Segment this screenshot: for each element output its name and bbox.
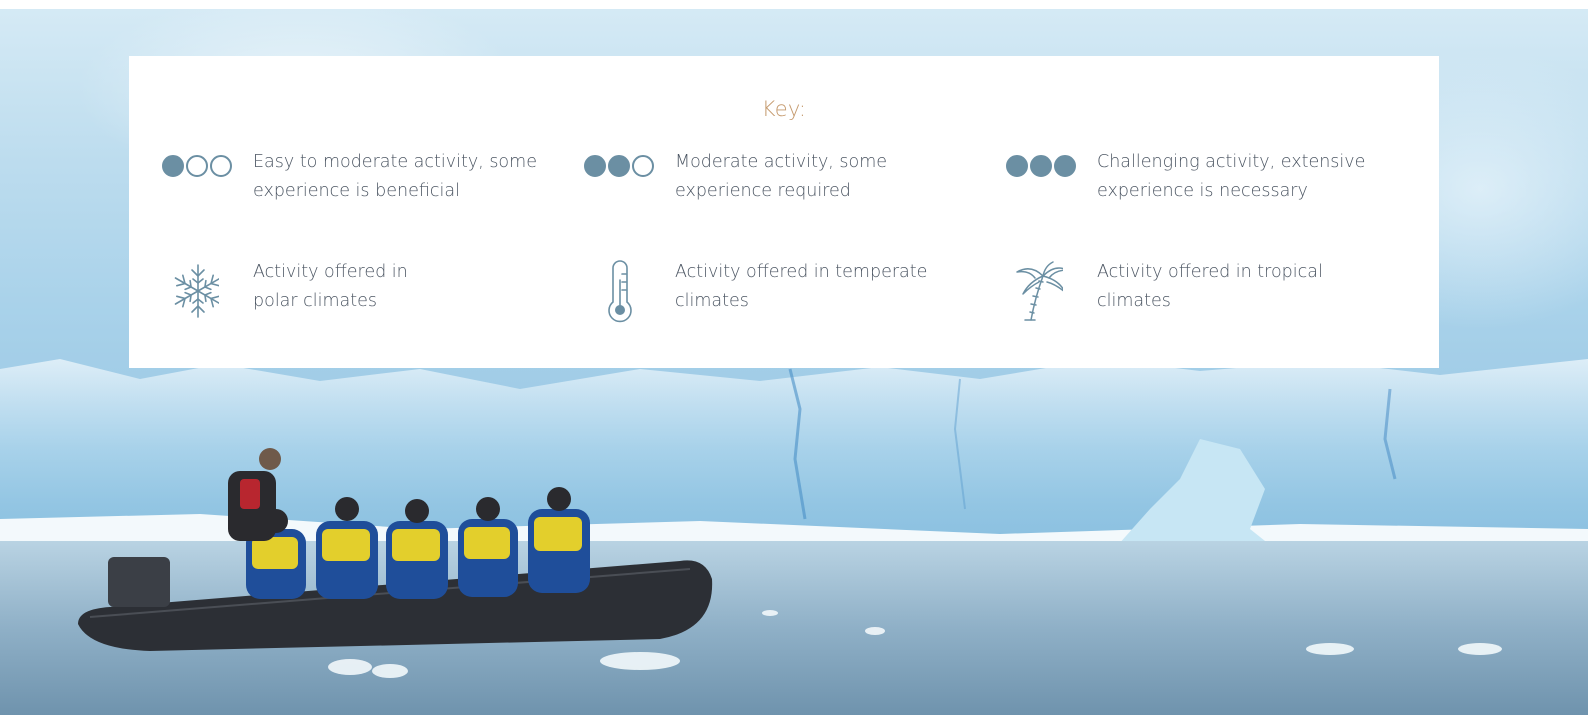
empty-dot bbox=[210, 155, 232, 177]
key-item-tropical: Activity offered in tropical climates bbox=[973, 258, 1413, 321]
two-of-three-dots-icon bbox=[551, 148, 654, 210]
palm-tree-icon bbox=[973, 258, 1068, 321]
one-of-three-dots-icon bbox=[129, 148, 232, 210]
thermometer-icon bbox=[551, 258, 641, 323]
snowflake-icon bbox=[129, 258, 222, 320]
key-item-moderate: Moderate activity, some experience requi… bbox=[551, 148, 971, 210]
activity-key-card: Key: Easy to moderate activity, some exp… bbox=[129, 56, 1439, 368]
key-item-temperate: Activity offered in temperate climates bbox=[551, 258, 971, 323]
key-item-easy-moderate: Easy to moderate activity, some experien… bbox=[129, 148, 549, 210]
filled-dot bbox=[608, 155, 630, 177]
filled-dot bbox=[1030, 155, 1052, 177]
key-item-text: Moderate activity, some experience requi… bbox=[675, 152, 888, 201]
three-of-three-dots-icon bbox=[973, 148, 1076, 210]
key-item-text: Activity offered in polar climates bbox=[253, 262, 408, 311]
empty-dot bbox=[632, 155, 654, 177]
filled-dot bbox=[1006, 155, 1028, 177]
key-item-text: Challenging activity, extensive experien… bbox=[1097, 152, 1366, 201]
key-item-polar: Activity offered in polar climates bbox=[129, 258, 549, 320]
key-item-text: Activity offered in tropical climates bbox=[1097, 262, 1323, 311]
key-item-text: Easy to moderate activity, some experien… bbox=[253, 152, 537, 201]
key-title: Key: bbox=[761, 97, 807, 121]
filled-dot bbox=[162, 155, 184, 177]
filled-dot bbox=[584, 155, 606, 177]
key-item-text: Activity offered in temperate climates bbox=[675, 262, 928, 311]
empty-dot bbox=[186, 155, 208, 177]
key-item-challenging: Challenging activity, extensive experien… bbox=[973, 148, 1413, 210]
filled-dot bbox=[1054, 155, 1076, 177]
